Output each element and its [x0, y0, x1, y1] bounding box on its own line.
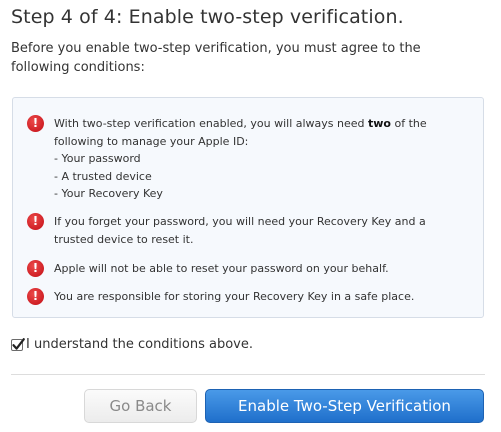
- condition-line: You are responsible for storing your Rec…: [54, 290, 415, 303]
- go-back-button[interactable]: Go Back: [84, 389, 197, 423]
- condition-emphasis: two: [368, 117, 391, 130]
- condition-line: trusted device to reset it.: [54, 232, 194, 246]
- enable-two-step-verification-button[interactable]: Enable Two-Step Verification: [205, 389, 484, 423]
- conditions-panel: ! With two-step verification enabled, yo…: [12, 97, 484, 318]
- condition-text: Apple will not be able to reset your pas…: [54, 260, 469, 278]
- divider: [11, 374, 485, 375]
- condition-line: Apple will not be able to reset your pas…: [54, 262, 389, 275]
- intro-text: Before you enable two-step verification,…: [11, 41, 421, 75]
- checkmark-icon: [12, 337, 25, 350]
- condition-text-before: With two-step verification enabled, you …: [54, 117, 369, 130]
- page-title: Step 4 of 4: Enable two-step verificatio…: [11, 6, 404, 28]
- exclamation-alert-icon: !: [27, 213, 44, 230]
- condition-line: following to manage your Apple ID:: [54, 134, 249, 148]
- condition-text: You are responsible for storing your Rec…: [54, 288, 469, 306]
- condition-text: If you forget your password, you will ne…: [54, 213, 469, 248]
- exclamation-alert-icon: !: [27, 260, 44, 277]
- condition-bullet-password: - Your password: [54, 152, 141, 165]
- agreement-label[interactable]: I understand the conditions above.: [26, 337, 253, 352]
- condition-item-forget-password: ! If you forget your password, you will …: [27, 213, 469, 248]
- exclamation-alert-icon: !: [27, 115, 44, 132]
- condition-item-two-of-following: ! With two-step verification enabled, yo…: [27, 115, 469, 203]
- exclamation-alert-icon: !: [27, 288, 44, 305]
- two-step-verification-step-4: Step 4 of 4: Enable two-step verificatio…: [0, 0, 501, 432]
- condition-bullet-recovery-key: - Your Recovery Key: [54, 187, 163, 200]
- condition-bullet-trusted-device: - A trusted device: [54, 169, 152, 183]
- condition-text: With two-step verification enabled, you …: [54, 115, 469, 203]
- condition-line: If you forget your password, you will ne…: [54, 215, 426, 228]
- agreement-checkbox[interactable]: [11, 337, 25, 351]
- condition-item-store-recovery-key: ! You are responsible for storing your R…: [27, 288, 469, 306]
- agreement-row[interactable]: I understand the conditions above.: [11, 337, 253, 352]
- condition-text-after: of the: [391, 117, 427, 130]
- condition-item-apple-cannot-reset: ! Apple will not be able to reset your p…: [27, 260, 469, 278]
- condition-line: With two-step verification enabled, you …: [54, 115, 469, 133]
